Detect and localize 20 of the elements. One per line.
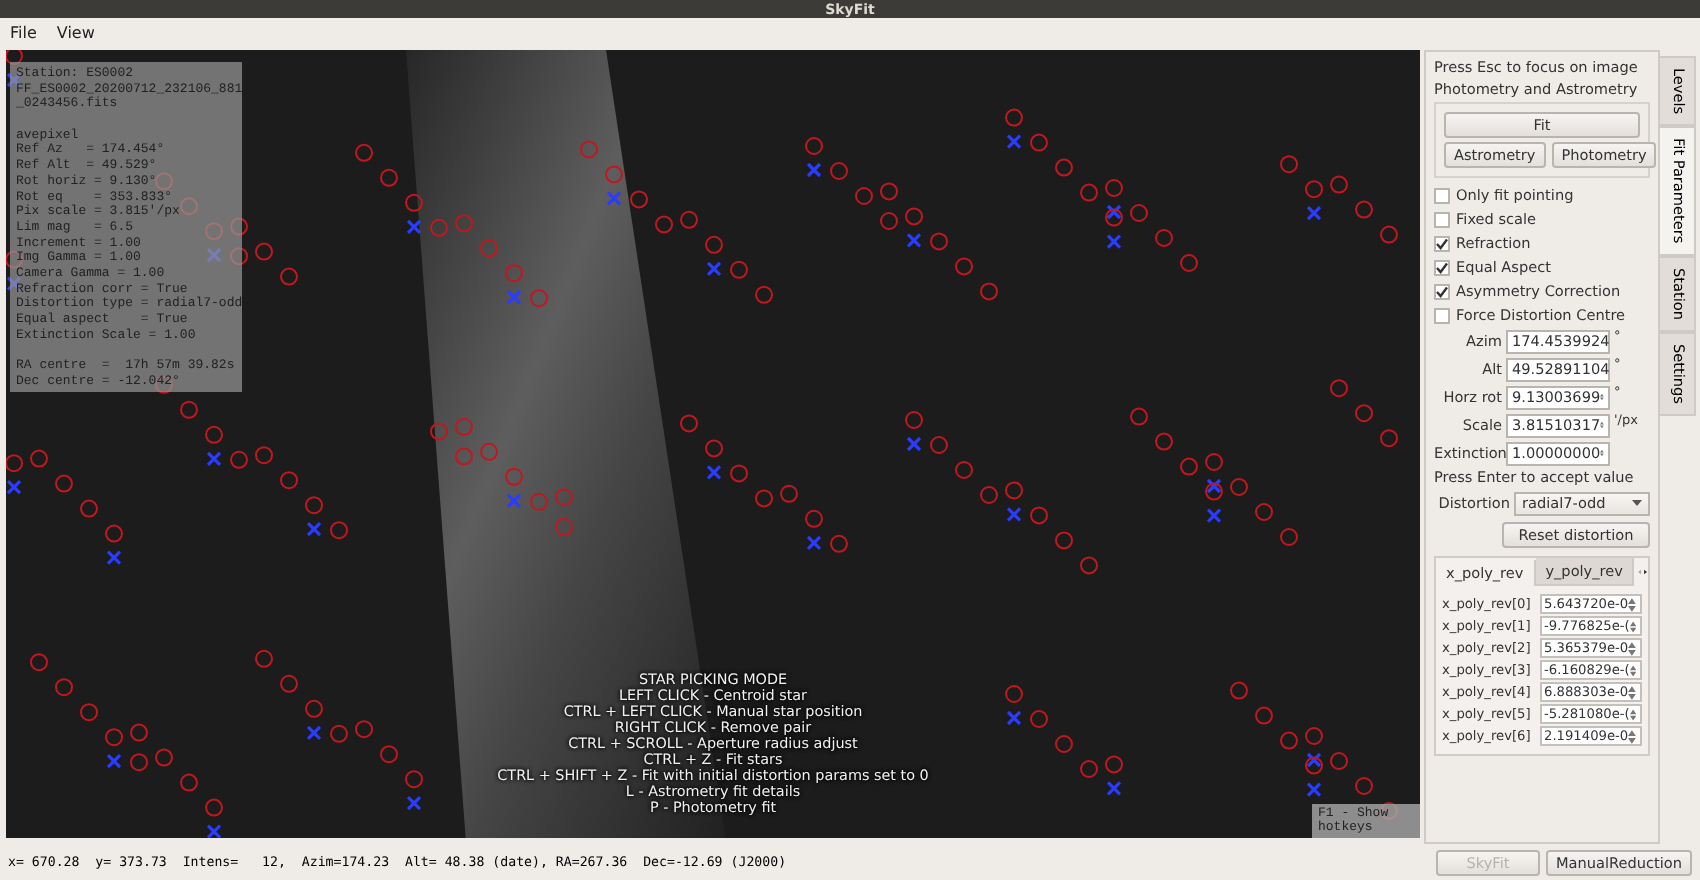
spin-arrows-icon[interactable] (1629, 707, 1636, 721)
spin-arrows-icon[interactable] (1628, 641, 1636, 655)
checkbox[interactable] (1434, 307, 1450, 323)
checkbox[interactable] (1434, 211, 1450, 227)
spin-arrows-icon[interactable] (1629, 663, 1636, 677)
checkbox[interactable] (1434, 187, 1450, 203)
caret-icon (1632, 500, 1642, 506)
tab-scroll-arrows-icon[interactable] (1638, 566, 1648, 578)
checkbox[interactable] (1434, 235, 1450, 251)
menu-item[interactable]: File (10, 23, 37, 41)
spin-arrows-icon[interactable] (1600, 446, 1604, 460)
spin-arrows-icon[interactable] (1628, 729, 1636, 743)
spin-arrows-icon[interactable] (1628, 685, 1636, 699)
checkbox[interactable] (1434, 259, 1450, 275)
spin-arrows-icon[interactable] (1600, 418, 1604, 432)
checkbox[interactable] (1434, 283, 1450, 299)
spin-arrows-icon[interactable] (1600, 390, 1604, 404)
spin-arrows-icon[interactable] (1629, 619, 1636, 633)
menu-item[interactable]: View (56, 23, 95, 41)
spin-arrows-icon[interactable] (1628, 597, 1636, 611)
